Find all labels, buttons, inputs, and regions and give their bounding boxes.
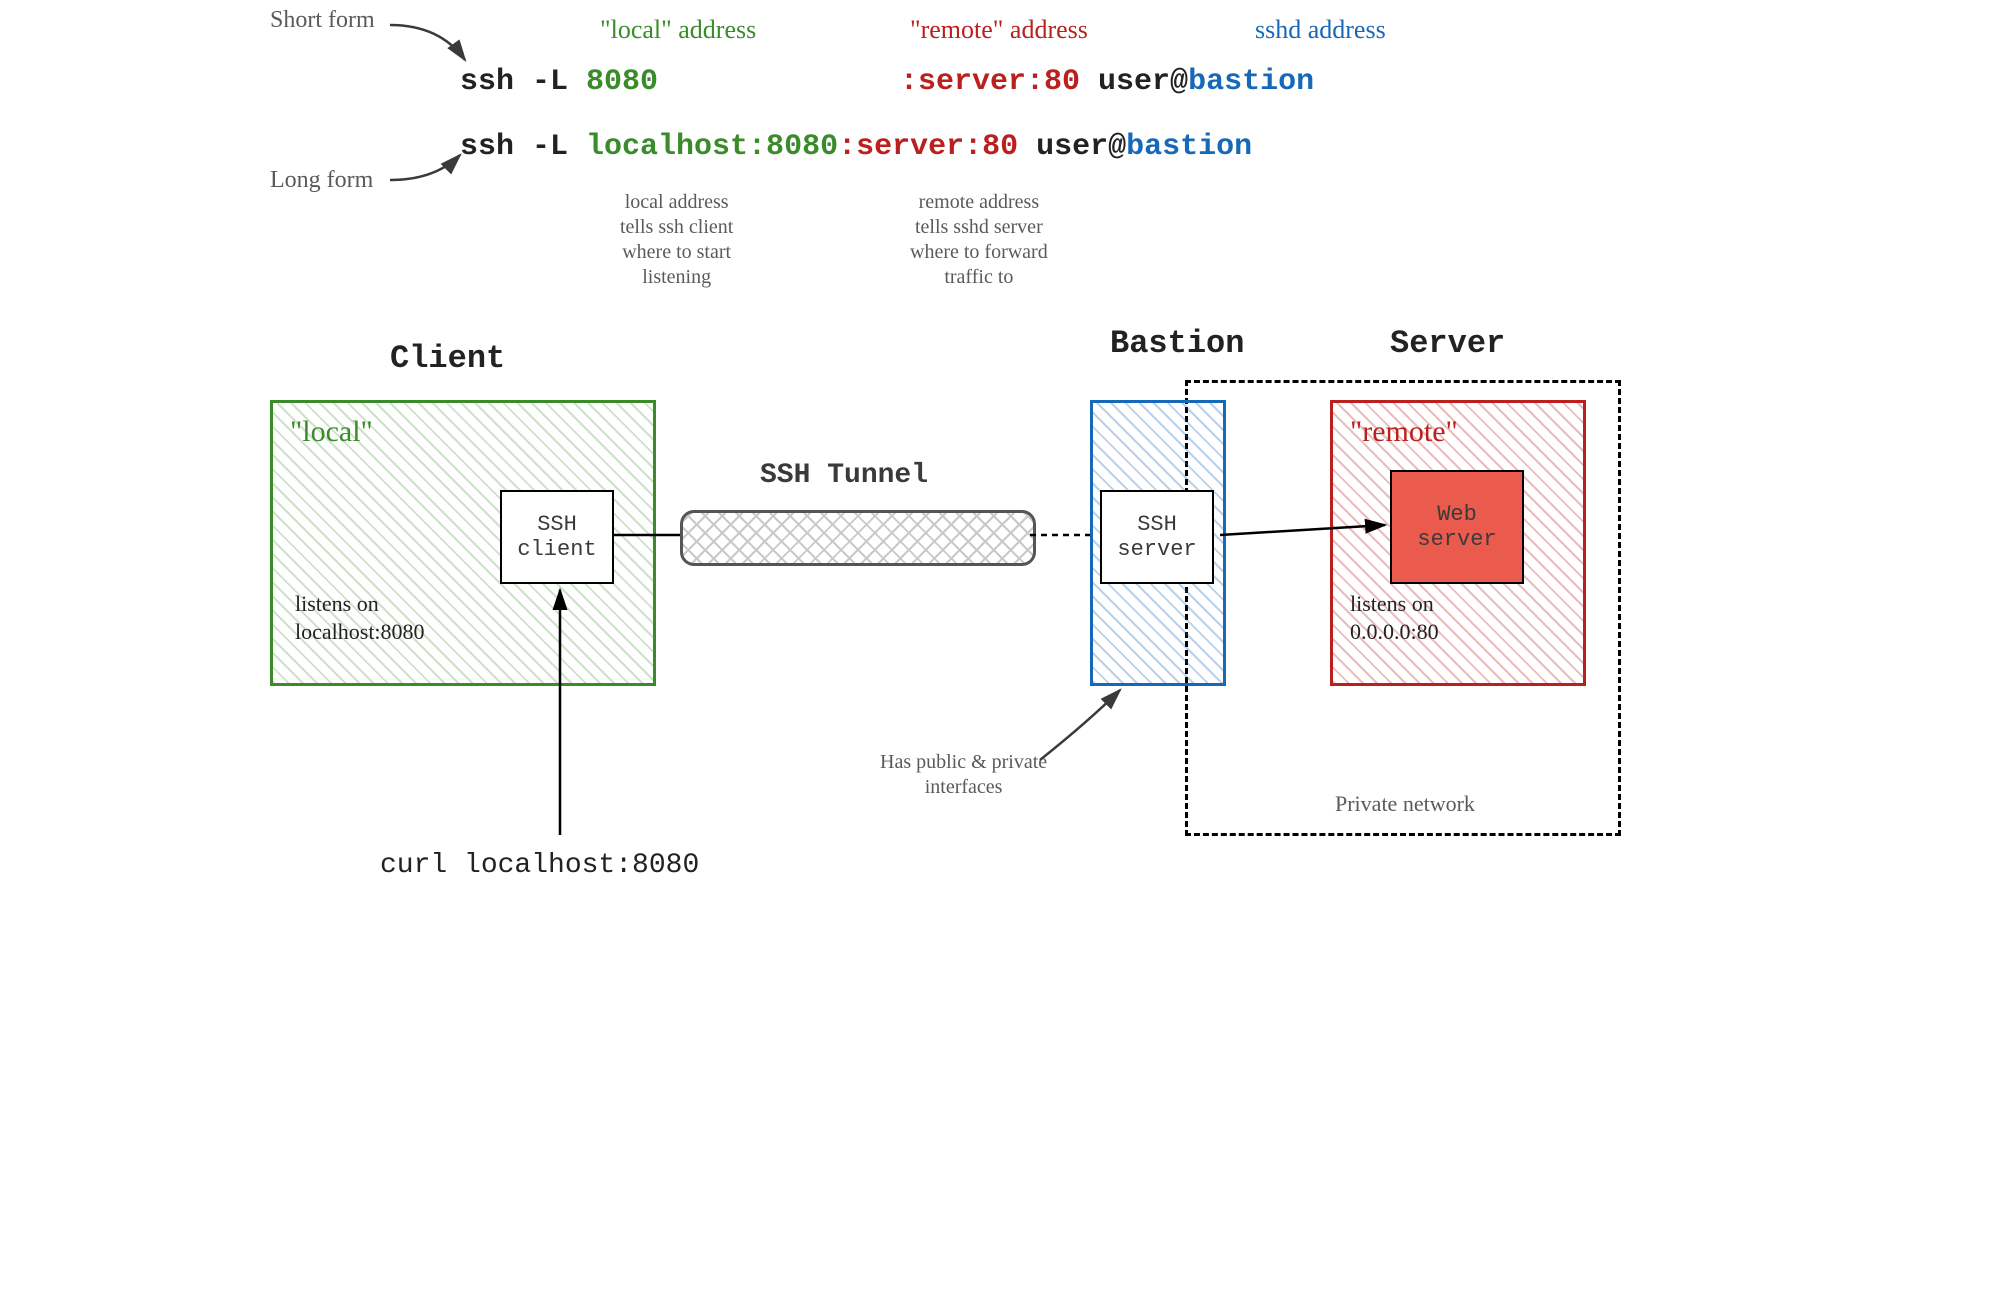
local-part: localhost:8080	[586, 130, 838, 164]
annotation-short-form: Short form	[270, 5, 375, 35]
host-part: bastion	[1126, 130, 1252, 164]
user-part: user@	[1080, 65, 1188, 99]
remote-part: server:80	[918, 65, 1080, 99]
label-local-address: "local" address	[600, 15, 756, 45]
title-server: Server	[1390, 325, 1505, 362]
sep: :	[900, 65, 918, 99]
title-bastion: Bastion	[1110, 325, 1244, 362]
label-local-listen: listens on localhost:8080	[295, 590, 425, 645]
host-part: bastion	[1188, 65, 1314, 99]
command-short-form-remote: :server:80 user@bastion	[900, 65, 1314, 99]
command-curl: curl localhost:8080	[380, 850, 699, 881]
note-local-address: local address tells ssh client where to …	[620, 190, 733, 290]
title-client: Client	[390, 340, 505, 377]
web-server-box: Web server	[1390, 470, 1524, 584]
ssh-prefix: ssh -L	[460, 65, 586, 99]
user-part: user@	[1018, 130, 1126, 164]
ssh-server-box: SSH server	[1100, 490, 1214, 584]
command-short-form: ssh -L 8080	[460, 65, 658, 99]
remote-part: server:80	[856, 130, 1018, 164]
label-ssh-tunnel: SSH Tunnel	[760, 460, 928, 491]
local-part: 8080	[586, 65, 658, 99]
note-bastion: Has public & private interfaces	[880, 750, 1047, 800]
label-remote-address: "remote" address	[910, 15, 1088, 45]
label-private-network: Private network	[1335, 790, 1475, 818]
label-local-box: "local"	[290, 415, 373, 449]
ssh-tunnel	[680, 510, 1036, 566]
annotation-long-form: Long form	[270, 165, 373, 195]
note-remote-address: remote address tells sshd server where t…	[910, 190, 1048, 290]
label-remote-listen: listens on 0.0.0.0:80	[1350, 590, 1439, 645]
ssh-prefix: ssh -L	[460, 130, 586, 164]
label-sshd-address: sshd address	[1255, 15, 1386, 45]
ssh-client-box: SSH client	[500, 490, 614, 584]
label-remote-box: "remote"	[1350, 415, 1458, 449]
command-long-form: ssh -L localhost:8080:server:80 user@bas…	[460, 130, 1252, 164]
sep: :	[838, 130, 856, 164]
